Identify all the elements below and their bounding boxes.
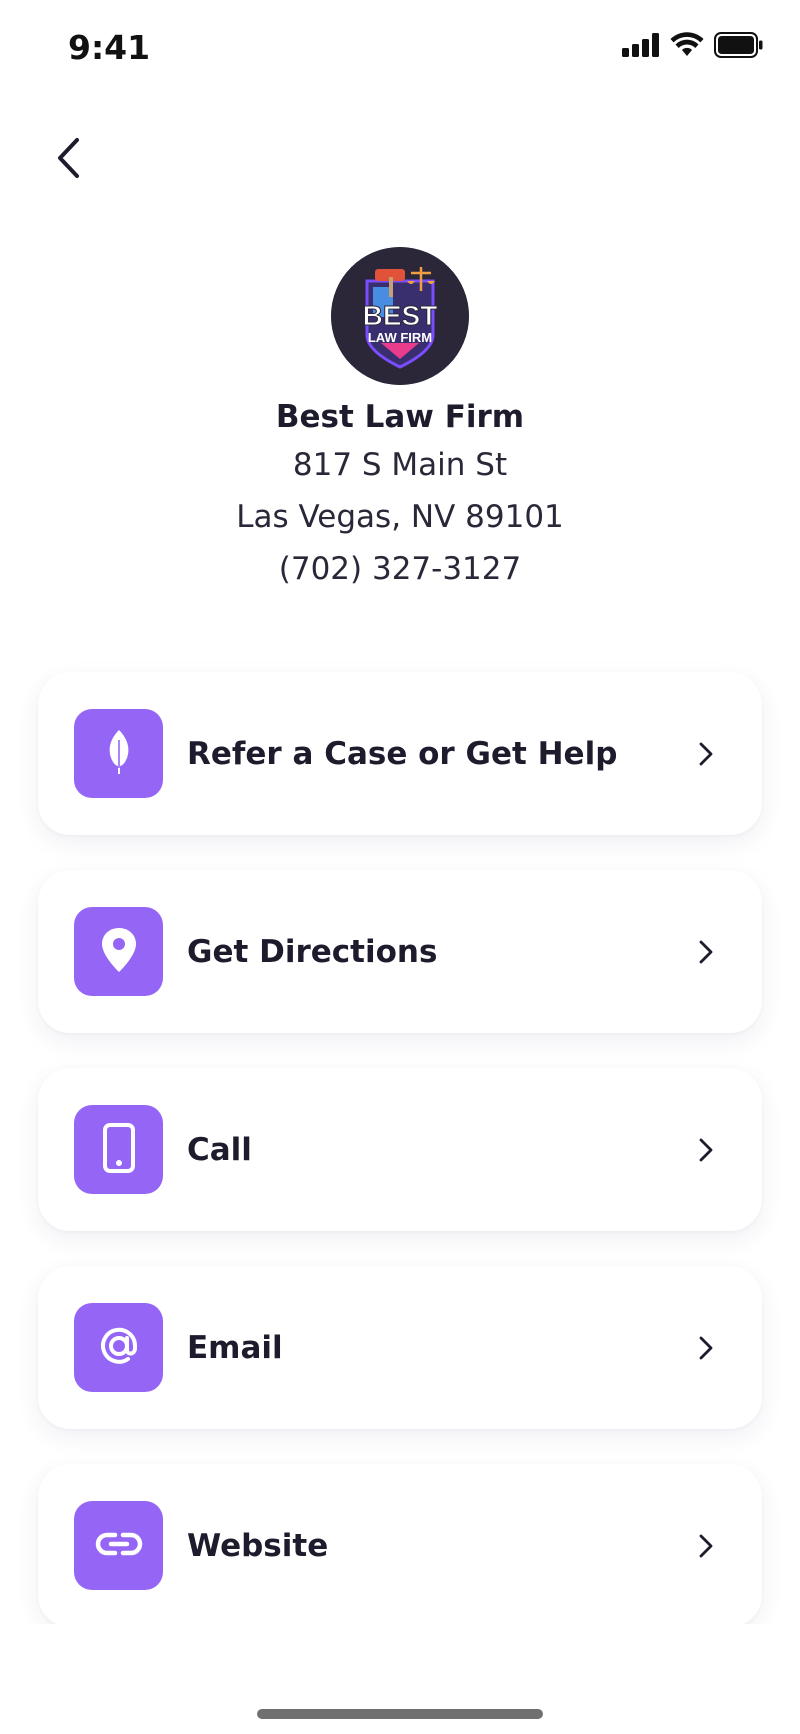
menu-label: Website	[187, 1527, 329, 1564]
chevron-right-icon	[694, 936, 718, 968]
email-button[interactable]: Email	[38, 1266, 762, 1429]
logo-text-lawfirm: LAW FIRM	[368, 330, 432, 345]
battery-icon	[714, 32, 764, 62]
firm-profile: BEST LAW FIRM Best Law Firm 817 S Main S…	[0, 247, 800, 595]
get-directions-button[interactable]: Get Directions	[38, 870, 762, 1033]
firm-phone: (702) 327-3127	[278, 551, 522, 587]
chevron-right-icon	[694, 1332, 718, 1364]
menu-label: Email	[187, 1329, 283, 1366]
home-indicator[interactable]	[257, 1709, 543, 1719]
status-icons	[622, 32, 764, 62]
chevron-right-icon	[694, 1134, 718, 1166]
wifi-icon	[670, 32, 704, 62]
feather-icon	[99, 728, 139, 780]
menu-label: Refer a Case or Get Help	[187, 735, 618, 772]
map-pin-icon	[99, 926, 139, 978]
menu-label: Call	[187, 1131, 252, 1168]
signal-icon	[622, 33, 660, 61]
status-time: 9:41	[68, 28, 151, 67]
action-menu: Refer a Case or Get Help Get Directions	[38, 672, 762, 1662]
firm-logo: BEST LAW FIRM	[331, 247, 469, 385]
at-sign-icon	[95, 1322, 143, 1374]
menu-label: Get Directions	[187, 933, 438, 970]
link-icon	[95, 1529, 143, 1563]
status-bar: 9:41	[0, 0, 800, 100]
chevron-right-icon	[694, 738, 718, 770]
call-button[interactable]: Call	[38, 1068, 762, 1231]
website-button[interactable]: Website	[38, 1464, 762, 1627]
chevron-right-icon	[694, 1530, 718, 1562]
firm-city: Las Vegas, NV 89101	[236, 499, 564, 535]
refer-case-button[interactable]: Refer a Case or Get Help	[38, 672, 762, 835]
phone-icon	[102, 1122, 136, 1177]
chevron-left-icon	[55, 137, 81, 183]
firm-street: 817 S Main St	[292, 447, 508, 483]
logo-text-best: BEST	[363, 300, 438, 331]
firm-name: Best Law Firm	[275, 399, 525, 435]
back-button[interactable]	[38, 130, 98, 190]
